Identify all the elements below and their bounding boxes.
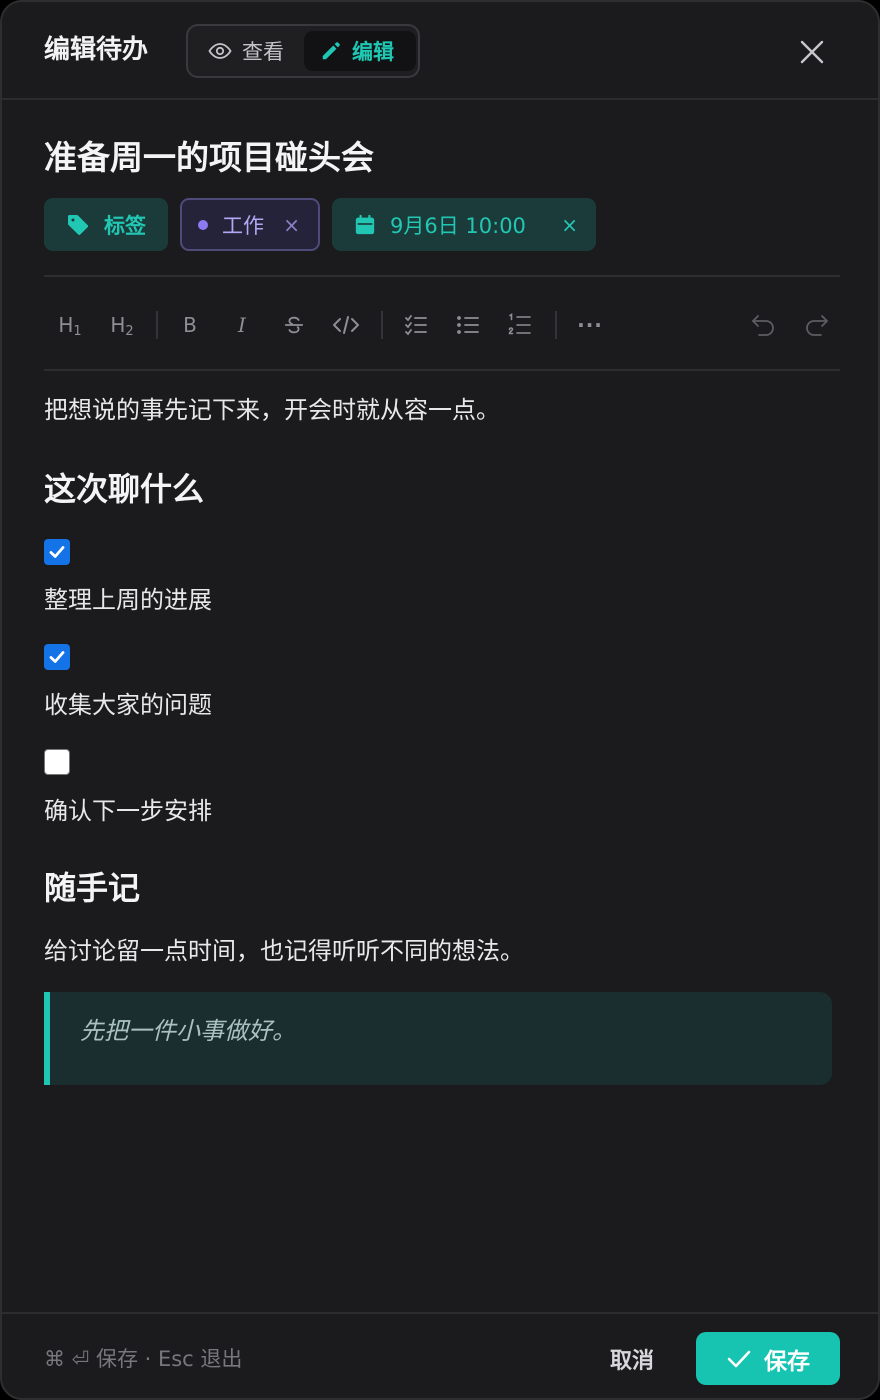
todo-item-text[interactable]: 整理上周的进展 bbox=[44, 583, 212, 617]
numbered-list-button[interactable] bbox=[502, 307, 538, 343]
edit-mode-label: 编辑 bbox=[352, 40, 394, 64]
dialog-header: 编辑待办 查看 编辑 bbox=[2, 2, 878, 100]
bold-button[interactable]: B bbox=[172, 307, 208, 343]
todo-title[interactable]: 准备周一的项目碰头会 bbox=[44, 136, 374, 180]
more-button[interactable]: ··· bbox=[572, 307, 608, 343]
due-date-chip[interactable]: 9月6日 10:00 × bbox=[332, 198, 596, 251]
todo-item-text[interactable]: 确认下一步安排 bbox=[44, 794, 212, 828]
calendar-icon bbox=[355, 214, 375, 234]
bullet-list-icon bbox=[457, 316, 479, 334]
mode-toggle: 查看 编辑 bbox=[186, 24, 420, 78]
edit-mode-button[interactable]: 编辑 bbox=[304, 31, 416, 71]
checklist-icon bbox=[405, 315, 427, 336]
redo-icon bbox=[806, 315, 828, 336]
pencil-icon bbox=[322, 42, 340, 60]
undo-icon bbox=[752, 315, 774, 336]
blockquote-text: 先把一件小事做好。 bbox=[80, 1017, 296, 1045]
todo-item-text[interactable]: 收集大家的问题 bbox=[44, 688, 212, 722]
edit-todo-dialog: 编辑待办 查看 编辑 准备周一的项目碰头会 标签 工作 × 9月6日 10:00… bbox=[0, 0, 880, 1400]
check-icon bbox=[727, 1350, 751, 1367]
close-icon bbox=[800, 40, 824, 64]
strikethrough-button[interactable] bbox=[276, 307, 312, 343]
undo-button[interactable] bbox=[746, 307, 782, 343]
dialog-footer: ⌘ ⏎ 保存 · Esc 退出 取消 保存 bbox=[2, 1312, 878, 1398]
redo-button[interactable] bbox=[798, 307, 834, 343]
bullet-list-button[interactable] bbox=[450, 307, 486, 343]
category-dot-icon bbox=[198, 219, 208, 230]
task-list-button[interactable] bbox=[398, 307, 434, 343]
save-button[interactable]: 保存 bbox=[696, 1332, 840, 1385]
save-button-label: 保存 bbox=[764, 1348, 810, 1375]
todo-checkbox[interactable] bbox=[44, 539, 70, 565]
cancel-button[interactable]: 取消 bbox=[592, 1336, 672, 1382]
dialog-title: 编辑待办 bbox=[44, 35, 149, 65]
note-paragraph[interactable]: 给讨论留一点时间，也记得听听不同的想法。 bbox=[44, 934, 524, 968]
toolbar-divider bbox=[156, 311, 158, 339]
checkmark-icon bbox=[49, 546, 65, 558]
view-mode-button[interactable]: 查看 bbox=[194, 31, 302, 71]
toolbar-divider bbox=[555, 311, 557, 339]
view-mode-label: 查看 bbox=[242, 40, 284, 64]
section-heading[interactable]: 随手记 bbox=[44, 867, 140, 909]
remove-date-icon[interactable]: × bbox=[561, 213, 578, 237]
strikethrough-icon bbox=[284, 316, 304, 334]
eye-icon bbox=[208, 43, 232, 59]
checkmark-icon bbox=[49, 651, 65, 663]
toolbar-divider bbox=[381, 311, 383, 339]
heading-1-button[interactable]: H1 bbox=[52, 307, 88, 343]
section-heading[interactable]: 这次聊什么 bbox=[44, 468, 204, 510]
close-button[interactable] bbox=[794, 34, 830, 70]
heading-2-button[interactable]: H2 bbox=[104, 307, 140, 343]
remove-category-icon[interactable]: × bbox=[283, 213, 300, 237]
todo-checkbox[interactable] bbox=[44, 644, 70, 670]
format-toolbar: H1 H2 B I ··· bbox=[44, 275, 840, 371]
todo-checkbox[interactable] bbox=[44, 749, 70, 775]
numbered-list-icon bbox=[508, 313, 531, 335]
code-button[interactable] bbox=[328, 307, 364, 343]
category-chip-label: 工作 bbox=[222, 213, 264, 238]
more-icon: ··· bbox=[577, 313, 603, 337]
tag-chip-label: 标签 bbox=[104, 213, 146, 238]
keyboard-shortcut-hint: ⌘ ⏎ 保存 · Esc 退出 bbox=[44, 1347, 243, 1371]
blockquote[interactable]: 先把一件小事做好。 bbox=[44, 992, 832, 1085]
add-tag-chip[interactable]: 标签 bbox=[44, 198, 168, 251]
tag-icon bbox=[67, 214, 89, 235]
italic-button[interactable]: I bbox=[224, 307, 260, 343]
category-chip[interactable]: 工作 × bbox=[180, 198, 320, 251]
intro-paragraph[interactable]: 把想说的事先记下来，开会时就从容一点。 bbox=[44, 393, 500, 427]
code-icon bbox=[333, 316, 359, 334]
due-date-label: 9月6日 10:00 bbox=[390, 213, 526, 238]
